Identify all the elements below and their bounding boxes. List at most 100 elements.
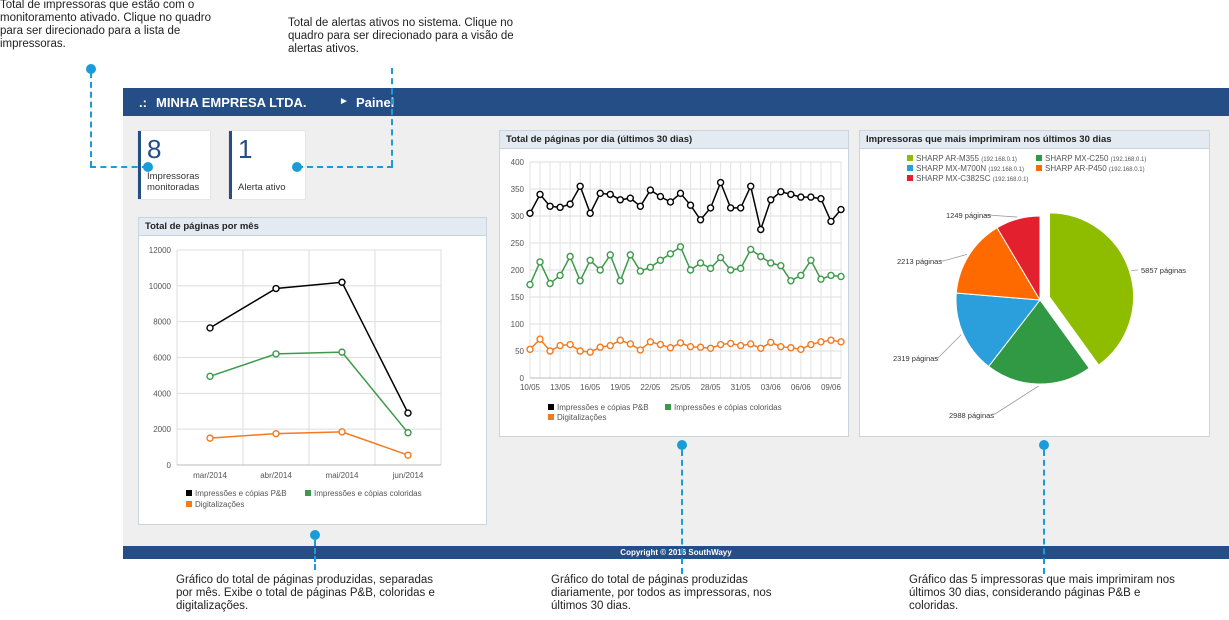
connector-printers-top-dot xyxy=(86,64,96,74)
legend-swatch xyxy=(186,501,192,507)
data-point xyxy=(586,348,594,356)
data-point xyxy=(736,204,745,212)
data-point xyxy=(777,261,785,270)
data-point xyxy=(716,340,725,349)
page-title: Painel xyxy=(356,95,395,110)
y-tick-label: 0 xyxy=(520,374,525,383)
data-point xyxy=(646,338,655,346)
x-tick-label: 06/06 xyxy=(791,383,812,392)
data-point xyxy=(556,203,564,212)
y-tick-label: 0 xyxy=(167,461,172,470)
data-point xyxy=(686,266,695,274)
data-point xyxy=(726,204,735,212)
data-point xyxy=(837,205,845,214)
legend-label: Impressões e cópias P&B xyxy=(195,489,287,498)
y-tick-label: 150 xyxy=(511,293,525,302)
pie-label-leader xyxy=(992,385,1039,415)
data-point xyxy=(404,429,412,437)
legend-label: Digitalizações xyxy=(195,500,244,509)
pie-label-leader xyxy=(935,334,962,359)
data-point xyxy=(706,264,715,273)
data-point xyxy=(566,200,574,208)
printers-label-2: monitoradas xyxy=(147,182,200,193)
data-point xyxy=(676,189,685,198)
legend-printer-name: SHARP AR-M355 xyxy=(916,154,981,163)
data-point xyxy=(817,275,825,283)
data-point xyxy=(696,343,705,351)
legend-label: Impressões e cópias P&B xyxy=(557,403,649,412)
data-point xyxy=(827,271,835,280)
legend-printer-ip: (192.168.0.1) xyxy=(981,157,1017,163)
x-tick-label: 31/05 xyxy=(731,383,752,392)
x-tick-label: 03/06 xyxy=(761,383,782,392)
breadcrumb-arrow-icon: ► xyxy=(339,96,349,107)
y-tick-label: 50 xyxy=(515,347,524,356)
y-tick-label: 6000 xyxy=(153,354,171,363)
x-tick-label: 16/05 xyxy=(580,383,601,392)
data-point xyxy=(546,279,554,288)
data-point xyxy=(686,342,695,351)
data-point xyxy=(576,277,584,285)
data-point xyxy=(787,277,795,285)
data-point xyxy=(757,225,765,234)
data-point xyxy=(747,245,755,254)
data-point xyxy=(206,372,214,381)
footer: Copyright © 2016 SouthWayy xyxy=(123,546,1229,559)
x-tick-label: jun/2014 xyxy=(392,471,424,480)
annotation-monthly: Gráfico do total de páginas produzidas, … xyxy=(176,574,435,612)
legend-label: SHARP MX-C250 (192.168.0.1) xyxy=(1045,154,1146,163)
data-point xyxy=(616,336,624,344)
data-point xyxy=(576,182,584,190)
connector-daily-v xyxy=(681,450,683,574)
data-point xyxy=(747,340,755,348)
data-point xyxy=(666,344,675,352)
data-point xyxy=(807,256,815,264)
data-point xyxy=(726,266,735,274)
legend-swatch xyxy=(665,404,671,410)
data-point xyxy=(807,340,815,349)
daily-chart: 0 50 100 150 200 250 300 350 400 10/05 13/05 16/05 1… xyxy=(511,158,845,422)
legend-label: SHARP AR-P450 (192.168.0.1) xyxy=(1045,164,1145,173)
data-point xyxy=(676,243,685,251)
pie-data-label: 1249 páginas xyxy=(946,211,991,220)
data-point xyxy=(626,251,635,259)
x-tick-label: mar/2014 xyxy=(193,471,227,480)
data-point xyxy=(616,277,624,285)
data-point xyxy=(757,252,765,261)
data-point xyxy=(536,258,544,266)
data-point xyxy=(787,344,795,352)
printers-count: 8 xyxy=(147,134,162,164)
legend-swatch xyxy=(548,404,554,410)
data-point xyxy=(546,202,554,210)
x-tick-label: 10/05 xyxy=(520,383,541,392)
annotation-top: Gráfico das 5 impressoras que mais impri… xyxy=(909,574,1175,612)
data-point xyxy=(777,188,785,196)
connector-top-v xyxy=(1043,450,1045,574)
data-point xyxy=(526,209,534,218)
y-tick-label: 300 xyxy=(511,212,525,221)
x-tick-label: 19/05 xyxy=(610,383,631,392)
annotation-alerts: Total de alertas ativos no sistema. Cliq… xyxy=(288,17,514,55)
pie-data-label: 2319 páginas xyxy=(893,354,938,363)
alerts-label: Alerta ativo xyxy=(238,182,286,193)
y-tick-label: 100 xyxy=(511,320,525,329)
data-point xyxy=(686,201,695,209)
data-point xyxy=(616,196,624,204)
data-point xyxy=(726,339,735,348)
top-printers-panel: Impressoras que mais imprimiram nos últi… xyxy=(859,130,1210,437)
legend-label: Impressões e cópias coloridas xyxy=(314,489,422,498)
data-point xyxy=(837,338,845,346)
legend-printer-ip: (192.168.0.1) xyxy=(988,167,1024,173)
company-name[interactable]: MINHA EMPRESA LTDA. xyxy=(156,95,306,110)
data-point xyxy=(272,350,280,358)
connector-monthly-v xyxy=(314,540,316,570)
x-tick-label: abr/2014 xyxy=(260,471,292,480)
data-point xyxy=(797,271,805,280)
legend-swatch xyxy=(305,490,311,496)
data-point xyxy=(272,284,280,293)
data-point xyxy=(596,343,604,351)
data-point xyxy=(606,251,614,259)
data-point xyxy=(404,409,412,417)
annotation-printers: Total de impressoras que estão com o mon… xyxy=(0,0,211,50)
data-point xyxy=(757,344,765,353)
